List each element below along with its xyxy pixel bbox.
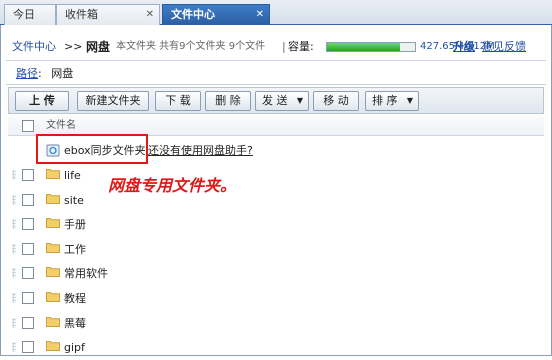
folder-name[interactable]: site bbox=[64, 188, 84, 213]
path-colon: : bbox=[38, 67, 42, 80]
folder-icon bbox=[46, 217, 60, 228]
feedback-link[interactable]: 意见反馈 bbox=[482, 36, 526, 58]
column-filename[interactable]: 文件名 bbox=[46, 116, 76, 136]
drag-handle-icon[interactable] bbox=[12, 219, 16, 229]
row-checkbox[interactable] bbox=[22, 267, 34, 279]
row-checkbox[interactable] bbox=[22, 317, 34, 329]
drag-handle-icon[interactable] bbox=[12, 318, 16, 328]
drag-handle-icon[interactable] bbox=[12, 293, 16, 303]
breadcrumb-root[interactable]: 文件中心 bbox=[12, 36, 56, 58]
folder-icon bbox=[46, 168, 60, 179]
quota-bar bbox=[326, 42, 416, 52]
breadcrumb-separator: >> bbox=[64, 40, 83, 53]
row-checkbox[interactable] bbox=[22, 341, 34, 353]
list-item[interactable]: gipf bbox=[8, 335, 544, 360]
drag-handle-icon[interactable] bbox=[12, 244, 16, 254]
folder-icon bbox=[46, 266, 60, 277]
folder-icon bbox=[46, 242, 60, 253]
list-item[interactable]: 手册 bbox=[8, 212, 544, 237]
path-current: 网盘 bbox=[51, 67, 74, 80]
quota-bar-fill bbox=[327, 43, 401, 51]
folder-icon bbox=[46, 193, 60, 204]
drag-handle-icon[interactable] bbox=[12, 170, 16, 180]
folder-icon bbox=[46, 291, 60, 302]
close-icon[interactable]: ✕ bbox=[146, 5, 154, 25]
tab-label: 文件中心 bbox=[171, 8, 215, 21]
row-checkbox[interactable] bbox=[22, 292, 34, 304]
divider bbox=[6, 84, 546, 85]
page-title: 网盘 bbox=[86, 40, 111, 54]
select-all-checkbox[interactable] bbox=[22, 120, 34, 132]
drag-handle-icon[interactable] bbox=[12, 268, 16, 278]
quota-divider: | bbox=[282, 40, 286, 53]
folder-name[interactable]: 黑莓 bbox=[64, 311, 86, 336]
assistant-hint-link[interactable]: 还没有使用网盘助手? bbox=[148, 138, 253, 163]
row-checkbox[interactable] bbox=[22, 194, 34, 206]
tab-label: 收件箱 bbox=[65, 8, 98, 21]
list-item[interactable]: 常用软件 bbox=[8, 261, 544, 286]
tab-file-center[interactable]: 文件中心 ✕ bbox=[162, 4, 270, 25]
upgrade-link[interactable]: 升级 bbox=[453, 36, 475, 58]
drag-handle-icon[interactable] bbox=[12, 195, 16, 205]
row-checkbox[interactable] bbox=[22, 243, 34, 255]
list-item[interactable]: 工作 bbox=[8, 237, 544, 262]
folder-name[interactable]: 手册 bbox=[64, 212, 86, 237]
folder-name[interactable]: 教程 bbox=[64, 286, 86, 311]
list-item[interactable]: 黑莓 bbox=[8, 311, 544, 336]
drag-handle-icon[interactable] bbox=[12, 342, 16, 352]
move-button[interactable]: 移 动 bbox=[313, 91, 359, 111]
folder-name[interactable]: life bbox=[64, 163, 81, 188]
tab-inbox[interactable]: 收件箱 ✕ bbox=[56, 4, 160, 25]
folder-name[interactable]: 常用软件 bbox=[64, 261, 108, 286]
download-button[interactable]: 下 载 bbox=[155, 91, 201, 111]
folder-icon bbox=[46, 316, 60, 327]
breadcrumb: 路径: 网盘 bbox=[16, 66, 73, 82]
new-folder-button[interactable]: 新建文件夹 bbox=[77, 91, 149, 111]
path-label[interactable]: 路径 bbox=[16, 67, 38, 80]
row-checkbox[interactable] bbox=[22, 218, 34, 230]
list-item[interactable]: 教程 bbox=[8, 286, 544, 311]
tab-bar: 今日 收件箱 ✕ 文件中心 ✕ bbox=[0, 0, 552, 25]
tab-label: 今日 bbox=[13, 8, 35, 21]
delete-button[interactable]: 删 除 bbox=[205, 91, 251, 111]
divider bbox=[6, 60, 546, 61]
sort-button[interactable]: 排 序 ▼ bbox=[365, 91, 419, 111]
sort-label: 排 序 bbox=[372, 94, 398, 107]
annotation-text: 网盘专用文件夹。 bbox=[108, 176, 237, 195]
row-checkbox[interactable] bbox=[22, 169, 34, 181]
chevron-down-icon: ▼ bbox=[296, 96, 303, 105]
folder-summary: 本文件夹 共有9个文件夹 9个文件 bbox=[116, 41, 266, 52]
send-label: 发 送 bbox=[262, 94, 288, 107]
chevron-down-icon: ▼ bbox=[406, 96, 413, 105]
list-item[interactable]: site bbox=[8, 188, 544, 213]
upload-button[interactable]: 上 传 bbox=[15, 91, 69, 111]
page-header: 文件中心 >> 网盘 本文件夹 共有9个文件夹 9个文件 | 容量: 427.6… bbox=[0, 36, 552, 58]
highlight-box bbox=[36, 134, 148, 164]
close-icon[interactable]: ✕ bbox=[256, 5, 264, 25]
quota-label: 容量: bbox=[288, 40, 314, 53]
send-button[interactable]: 发 送 ▼ bbox=[255, 91, 309, 111]
tab-today[interactable]: 今日 bbox=[4, 4, 56, 25]
file-list-header: 文件名 bbox=[8, 116, 544, 136]
list-item[interactable]: life bbox=[8, 163, 544, 188]
folder-name[interactable]: gipf bbox=[64, 335, 85, 360]
folder-icon bbox=[46, 340, 60, 351]
folder-name[interactable]: 工作 bbox=[64, 237, 86, 262]
toolbar: 上 传 新建文件夹 下 载 删 除 发 送 ▼ 移 动 排 序 ▼ bbox=[8, 87, 544, 114]
